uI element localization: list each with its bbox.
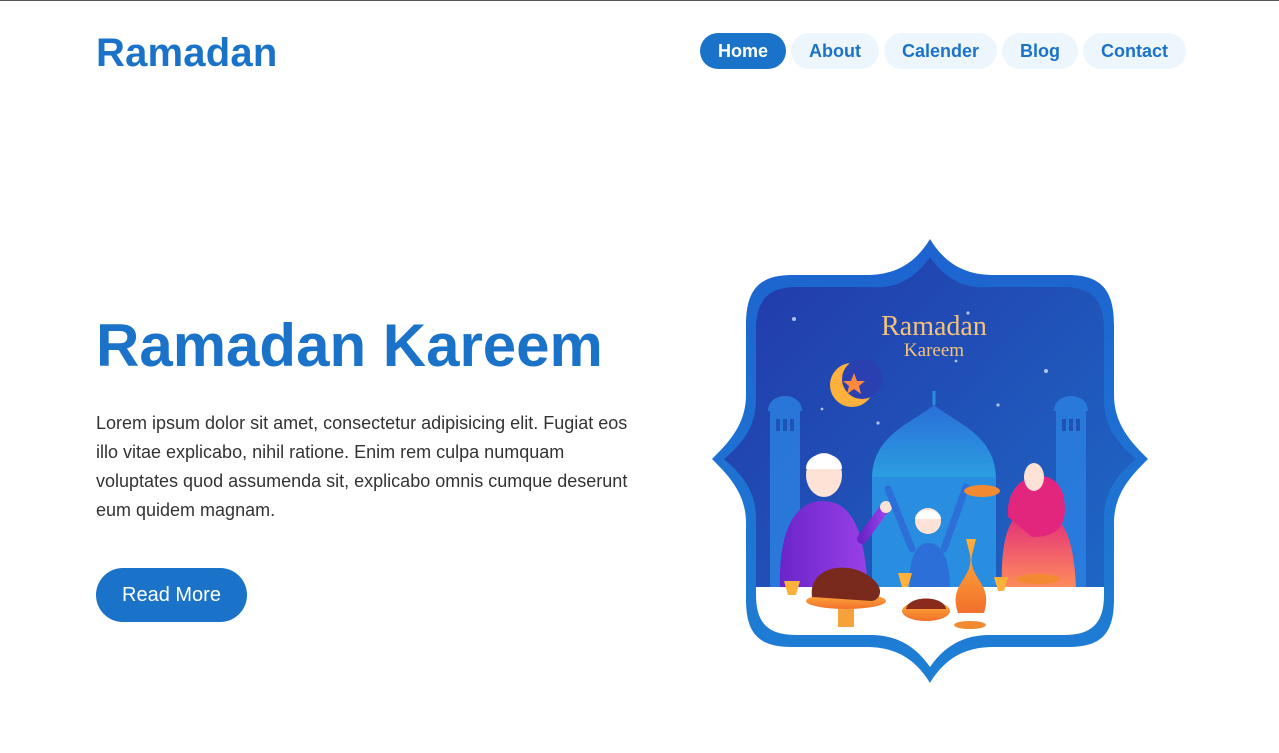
nav-calender[interactable]: Calender bbox=[884, 33, 998, 69]
nav-blog[interactable]: Blog bbox=[1002, 33, 1079, 69]
read-more-button[interactable]: Read More bbox=[96, 568, 247, 622]
hero-description: Lorem ipsum dolor sit amet, consectetur … bbox=[96, 413, 628, 520]
nav-contact[interactable]: Contact bbox=[1083, 33, 1187, 69]
illustration-title: Ramadan bbox=[881, 311, 987, 342]
site-logo[interactable]: Ramadan bbox=[96, 31, 277, 76]
hero-title: Ramadan Kareem bbox=[96, 312, 603, 379]
nav-home[interactable]: Home bbox=[700, 33, 787, 69]
main-nav: Home About Calender Blog Contact bbox=[700, 33, 1187, 69]
illustration-subtitle: Kareem bbox=[904, 340, 964, 361]
ramadan-illustration: Ramadan Kareem bbox=[712, 239, 1148, 683]
nav-about[interactable]: About bbox=[791, 33, 879, 69]
